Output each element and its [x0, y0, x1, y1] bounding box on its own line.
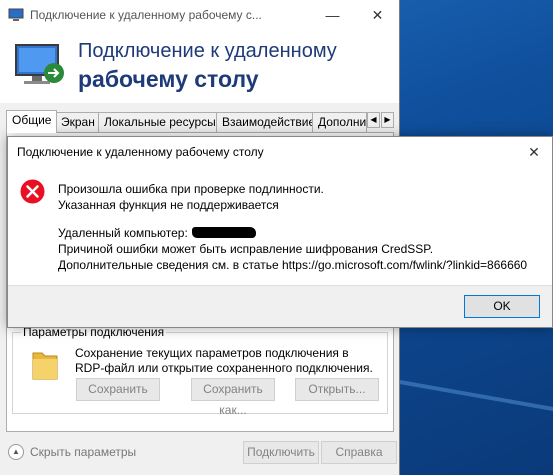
title-bar: Подключение к удаленному рабочему с... —…: [0, 0, 399, 31]
connection-settings-description: Сохранение текущих параметров подключени…: [75, 346, 373, 375]
header-title-line1: Подключение к удаленному: [78, 40, 337, 62]
open-button[interactable]: Открыть...: [295, 378, 379, 401]
header-banner: Подключение к удаленному рабочему столу: [0, 31, 399, 103]
error-message: Произошла ошибка при проверке подлинност…: [58, 181, 527, 273]
connection-settings-group: Параметры подключения Сохранение текущих…: [12, 325, 388, 417]
hide-options-link[interactable]: Скрыть параметры: [30, 445, 136, 459]
folder-icon: [32, 352, 58, 380]
tab-advanced[interactable]: Дополнит: [312, 112, 367, 132]
save-button[interactable]: Сохранить: [76, 378, 160, 401]
tab-scroll-right-icon[interactable]: ▶: [381, 112, 394, 128]
bottom-bar: ▲ Скрыть параметры Подключить Справка: [0, 432, 399, 475]
remote-desktop-icon: [8, 8, 24, 21]
error-dialog: Подключение к удаленному рабочему столу …: [7, 136, 553, 328]
help-button[interactable]: Справка: [321, 441, 397, 464]
close-window-button[interactable]: ✕: [355, 0, 399, 31]
ok-button[interactable]: OK: [464, 295, 540, 318]
remote-computer-label: Удаленный компьютер:: [58, 226, 188, 240]
dialog-title: Подключение к удаленному рабочему столу: [17, 145, 264, 159]
remote-computer-row: Удаленный компьютер:: [58, 225, 527, 241]
error-icon: [20, 179, 45, 204]
error-line-1: Произошла ошибка при проверке подлинност…: [58, 182, 324, 196]
tab-scroll-left-icon[interactable]: ◀: [367, 112, 380, 128]
dialog-footer: OK: [8, 285, 552, 327]
connect-button[interactable]: Подключить: [243, 441, 319, 464]
tab-local-resources[interactable]: Локальные ресурсы: [98, 112, 222, 132]
collapse-options-icon[interactable]: ▲: [8, 444, 24, 460]
minimize-button[interactable]: —: [310, 0, 355, 31]
cause-line: Причиной ошибки может быть исправление ш…: [58, 242, 434, 256]
dialog-close-icon[interactable]: ✕: [522, 141, 546, 163]
more-info-line: Дополнительные сведения см. в статье htt…: [58, 258, 528, 272]
remote-desktop-icon: [15, 44, 64, 84]
error-line-2: Указанная функция не поддерживается: [58, 198, 279, 212]
tab-experience[interactable]: Взаимодействие: [216, 112, 322, 132]
header-title-line2: рабочему столу: [78, 66, 259, 92]
light-ray: [399, 380, 553, 419]
tab-strip: Общие Экран Локальные ресурсы Взаимодейс…: [6, 110, 396, 133]
save-as-button[interactable]: Сохранить как...: [191, 378, 275, 417]
tab-display[interactable]: Экран: [55, 112, 101, 132]
tab-general[interactable]: Общие: [6, 110, 58, 133]
redacted-hostname: [191, 227, 256, 238]
window-title: Подключение к удаленному рабочему с...: [30, 8, 262, 22]
